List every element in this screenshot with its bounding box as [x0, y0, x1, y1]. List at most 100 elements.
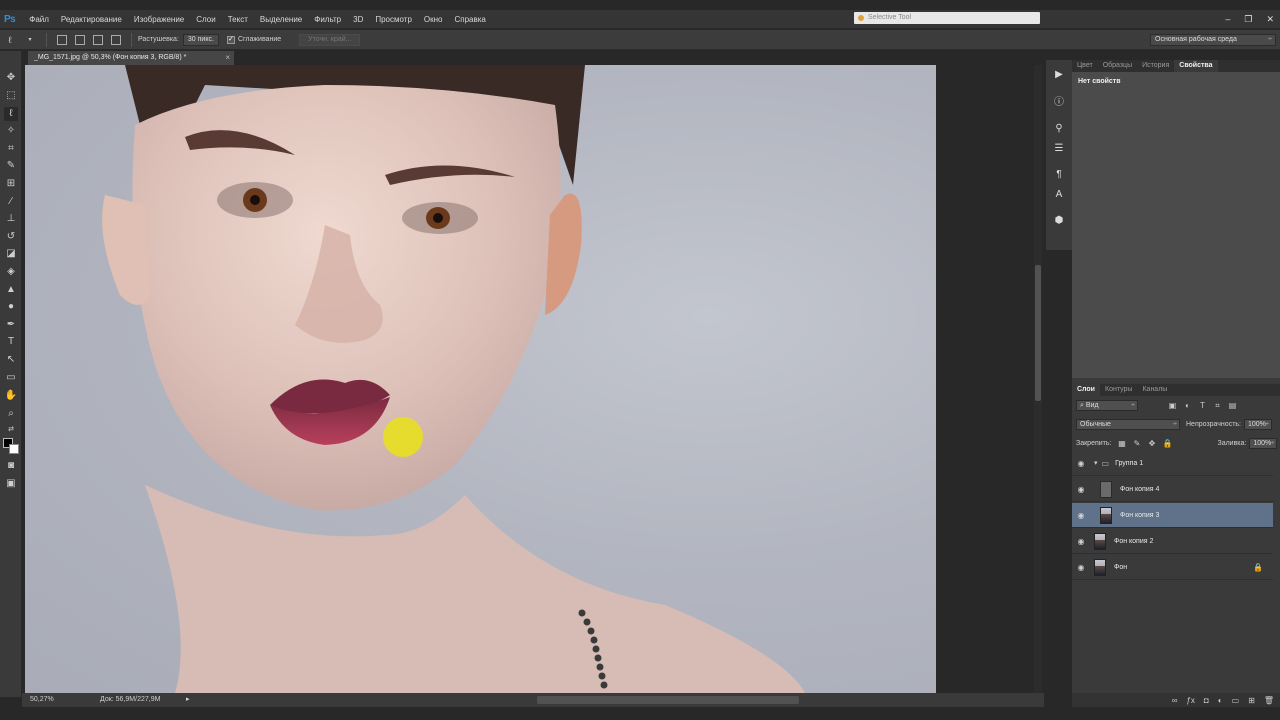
paint-bucket-icon[interactable]: ◈ — [4, 265, 18, 279]
new-selection-icon[interactable] — [57, 34, 67, 45]
new-layer-icon[interactable]: ⊞ — [1248, 696, 1255, 705]
tool-search-box[interactable]: Selective Tool — [854, 12, 1040, 24]
layer-background-copy-4[interactable]: ◉ Фон копия 4 — [1072, 477, 1273, 502]
brush-presets-icon[interactable]: ⚲ — [1052, 122, 1066, 136]
filter-shape-icon[interactable]: ⌗ — [1213, 401, 1222, 410]
refine-edge-button[interactable]: Уточн. край... — [299, 33, 361, 46]
new-group-icon[interactable]: ▭ — [1232, 696, 1240, 705]
filter-pixel-icon[interactable]: ▣ — [1168, 401, 1177, 410]
character-icon[interactable]: A — [1052, 188, 1066, 202]
hand-tool-icon[interactable]: ✋ — [4, 389, 18, 403]
quick-mask-icon[interactable]: ◙ — [4, 459, 18, 473]
layer-style-icon[interactable]: ƒx — [1186, 696, 1194, 705]
quick-select-tool-icon[interactable]: ✧ — [4, 124, 18, 138]
feather-input[interactable]: 30 пикс. — [182, 33, 219, 46]
workspace-select[interactable]: Основная рабочая среда — [1150, 34, 1276, 46]
tab-properties[interactable]: Свойства — [1174, 60, 1218, 72]
dodge-tool-icon[interactable]: ● — [4, 300, 18, 314]
zoom-tool-icon[interactable]: ⌕ — [4, 407, 18, 421]
eyedropper-tool-icon[interactable]: ✎ — [4, 159, 18, 173]
antialias-checkbox[interactable]: ✓ — [226, 35, 235, 44]
visibility-eye-icon[interactable]: ◉ — [1072, 485, 1090, 494]
menu-3d[interactable]: 3D — [347, 15, 369, 24]
menu-filter[interactable]: Фильтр — [308, 15, 347, 24]
healing-brush-icon[interactable]: ⊞ — [4, 177, 18, 191]
fill-input[interactable]: 100% — [1249, 437, 1278, 449]
brush-tool-icon[interactable]: ⁄ — [4, 195, 18, 209]
tab-channels[interactable]: Каналы — [1137, 384, 1172, 396]
horizontal-scroll-thumb[interactable] — [537, 696, 799, 704]
tab-layers[interactable]: Слои — [1072, 384, 1100, 396]
eraser-tool-icon[interactable]: ◪ — [4, 247, 18, 261]
move-tool-icon[interactable]: ✥ — [4, 71, 18, 85]
tab-color[interactable]: Цвет — [1072, 60, 1098, 72]
intersect-selection-icon[interactable] — [111, 34, 121, 45]
swap-colors-icon[interactable]: ⇄ — [4, 423, 18, 437]
menu-layers[interactable]: Слои — [190, 15, 221, 24]
pen-tool-icon[interactable]: ✒ — [4, 318, 18, 332]
restore-button[interactable]: ❐ — [1244, 14, 1252, 25]
play-icon[interactable]: ▶ — [1052, 68, 1066, 82]
marquee-tool-icon[interactable]: ⬚ — [4, 89, 18, 103]
layer-background-copy-3[interactable]: ◉ Фон копия 3 — [1072, 503, 1273, 528]
filter-smart-icon[interactable]: ▤ — [1228, 401, 1237, 410]
add-selection-icon[interactable] — [75, 34, 85, 45]
info-icon[interactable]: ⓘ — [1052, 96, 1066, 110]
vertical-scroll-thumb[interactable] — [1035, 265, 1041, 401]
filter-adjustment-icon[interactable]: ◐ — [1183, 401, 1192, 410]
expand-arrow-icon[interactable]: ▾ — [1094, 459, 1098, 467]
subtract-selection-icon[interactable] — [93, 34, 103, 45]
menu-window[interactable]: Окно — [418, 15, 449, 24]
path-select-icon[interactable]: ↖ — [4, 353, 18, 367]
vertical-scrollbar[interactable] — [1034, 65, 1042, 693]
background-color-swatch[interactable] — [9, 444, 19, 454]
blend-mode-select[interactable]: Обычные — [1076, 418, 1180, 430]
screen-mode-icon[interactable]: ▣ — [4, 477, 18, 491]
filter-type-icon[interactable]: T — [1198, 401, 1207, 410]
visibility-eye-icon[interactable]: ◉ — [1072, 563, 1090, 572]
chevron-down-icon[interactable]: ▾ — [24, 34, 36, 46]
menu-file[interactable]: Файл — [23, 15, 55, 24]
close-tab-icon[interactable]: × — [225, 51, 230, 65]
add-mask-icon[interactable]: ◘ — [1204, 696, 1209, 705]
menu-type[interactable]: Текст — [222, 15, 254, 24]
crop-tool-icon[interactable]: ⌗ — [4, 142, 18, 156]
visibility-eye-icon[interactable]: ◉ — [1072, 537, 1090, 546]
visibility-eye-icon[interactable]: ◉ — [1072, 459, 1090, 468]
opacity-input[interactable]: 100% — [1244, 418, 1272, 430]
clone-stamp-icon[interactable]: ⊥ — [4, 212, 18, 226]
shape-tool-icon[interactable]: ▭ — [4, 371, 18, 385]
lock-position-icon[interactable]: ✥ — [1147, 439, 1156, 448]
delete-layer-icon[interactable]: 🗑 — [1264, 696, 1274, 705]
zoom-level[interactable]: 50,27% — [30, 693, 54, 707]
tab-paths[interactable]: Контуры — [1100, 384, 1137, 396]
lock-all-icon[interactable]: 🔒 — [1162, 439, 1172, 448]
lasso-tool-icon[interactable]: ℓ — [4, 34, 16, 46]
layer-background-copy-2[interactable]: ◉ Фон копия 2 — [1072, 529, 1273, 554]
blur-tool-icon[interactable]: ▲ — [4, 283, 18, 297]
3d-cube-icon[interactable]: ⬢ — [1052, 214, 1066, 228]
lock-transparent-icon[interactable]: ▦ — [1117, 439, 1126, 448]
layer-filter-select[interactable]: ⌕ Вид — [1076, 399, 1138, 411]
lock-pixels-icon[interactable]: ✎ — [1132, 439, 1141, 448]
tab-swatches[interactable]: Образцы — [1098, 60, 1137, 72]
type-tool-icon[interactable]: T — [4, 335, 18, 349]
history-brush-icon[interactable]: ↺ — [4, 230, 18, 244]
layer-background[interactable]: ◉ Фон 🔒 — [1072, 555, 1273, 580]
document-tab[interactable]: _MG_1571.jpg @ 50,3% (Фон копия 3, RGB/8… — [28, 51, 234, 65]
tab-history[interactable]: История — [1137, 60, 1174, 72]
menu-help[interactable]: Справка — [449, 15, 492, 24]
layer-group-1[interactable]: ◉ ▾ ▭ Группа 1 — [1072, 451, 1273, 476]
close-window-button[interactable]: ✕ — [1266, 14, 1274, 25]
adjustments-icon[interactable]: ☰ — [1052, 142, 1066, 156]
lasso-tool-icon[interactable]: ℓ — [4, 107, 18, 121]
visibility-eye-icon[interactable]: ◉ — [1072, 511, 1090, 520]
menu-select[interactable]: Выделение — [254, 15, 308, 24]
status-menu-icon[interactable]: ▸ — [186, 693, 190, 707]
adjustment-layer-icon[interactable]: ◐ — [1218, 696, 1223, 705]
paragraph-icon[interactable]: ¶ — [1052, 168, 1066, 182]
menu-image[interactable]: Изображение — [128, 15, 190, 24]
minimize-button[interactable]: – — [1225, 14, 1230, 24]
portrait-photo[interactable] — [25, 65, 936, 693]
link-layers-icon[interactable]: ∞ — [1172, 696, 1178, 705]
